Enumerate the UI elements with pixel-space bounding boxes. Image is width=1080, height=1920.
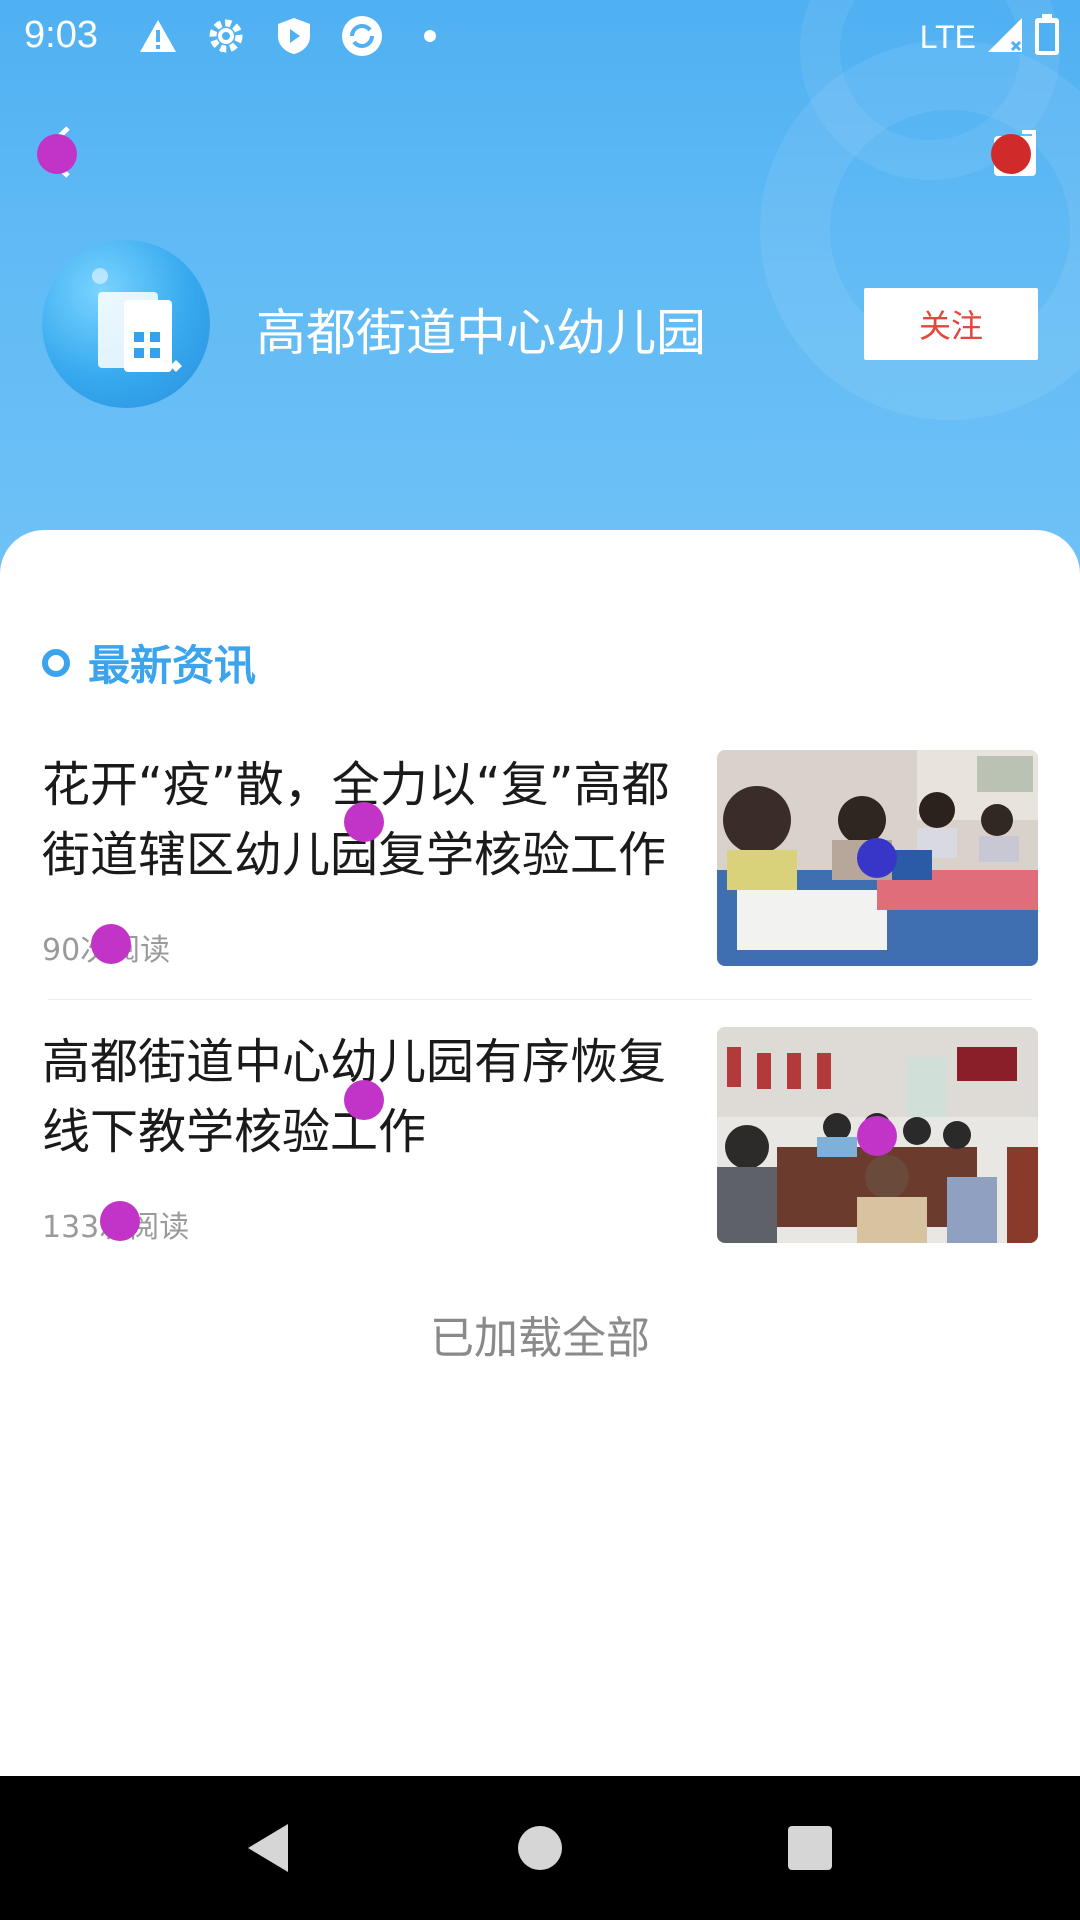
touch-marker xyxy=(991,134,1031,174)
system-nav-bar xyxy=(0,1776,1080,1920)
nav-recents-button[interactable] xyxy=(778,1816,842,1880)
touch-marker xyxy=(344,802,384,842)
section-header: 最新资讯 xyxy=(42,632,256,693)
org-logo xyxy=(42,240,210,408)
building-icon xyxy=(92,268,182,372)
follow-button[interactable]: 关注 xyxy=(864,288,1038,360)
touch-marker xyxy=(857,1116,897,1156)
gear-icon xyxy=(204,14,248,58)
touch-marker xyxy=(100,1201,140,1241)
profile-header: 9:03 LTE 高都街道中心幼儿园 关注 xyxy=(0,0,1080,600)
shield-icon xyxy=(272,14,316,58)
dot-icon xyxy=(408,14,452,58)
content-card: 最新资讯 花开“疫”散，全力以“复”高都街道辖区幼儿园复学核验工作 90次阅读 xyxy=(0,530,1080,1776)
nav-recents-icon xyxy=(788,1826,832,1870)
status-bar: 9:03 LTE xyxy=(0,0,1080,72)
network-type: LTE xyxy=(919,18,976,55)
touch-marker xyxy=(91,924,131,964)
nav-back-button[interactable] xyxy=(236,1816,300,1880)
status-time: 9:03 xyxy=(24,14,98,56)
org-name: 高都街道中心幼儿园 xyxy=(256,304,706,362)
org-profile: 高都街道中心幼儿园 关注 xyxy=(0,235,1080,415)
touch-marker xyxy=(857,838,897,878)
touch-marker xyxy=(37,134,77,174)
section-dot-icon xyxy=(42,648,70,677)
top-nav xyxy=(0,110,1080,200)
nav-home-button[interactable] xyxy=(508,1816,572,1880)
touch-marker xyxy=(344,1080,384,1120)
divider xyxy=(48,999,1032,1000)
battery-icon xyxy=(1034,14,1060,60)
warning-icon xyxy=(136,14,180,58)
load-all-text: 已加载全部 xyxy=(430,1313,650,1364)
section-title: 最新资讯 xyxy=(88,641,257,690)
nav-home-icon xyxy=(518,1826,562,1870)
signal-icon xyxy=(986,16,1024,58)
nav-back-icon xyxy=(248,1824,288,1872)
sync-icon xyxy=(340,14,384,58)
